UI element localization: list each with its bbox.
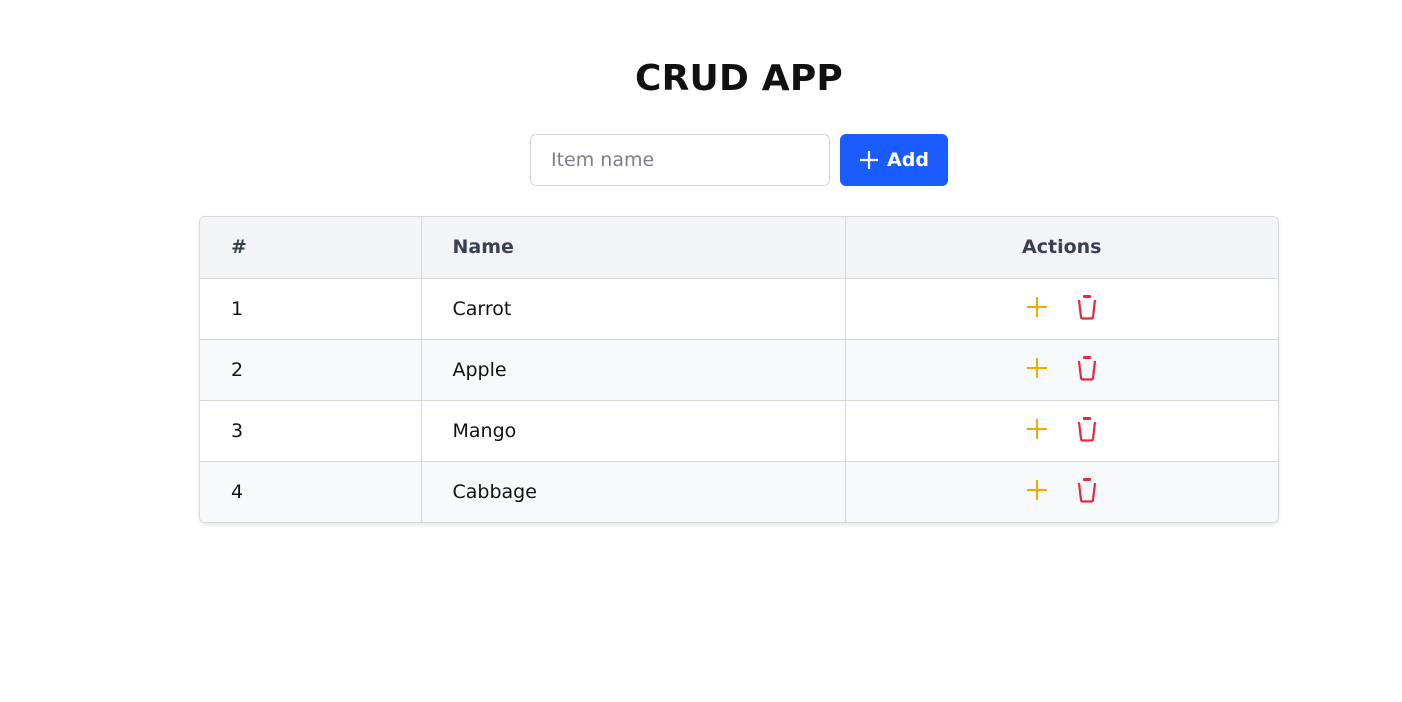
row-index: 3: [200, 400, 422, 462]
row-name: Cabbage: [421, 461, 846, 522]
row-actions: [844, 400, 1278, 462]
row-actions: [844, 461, 1278, 522]
row-index: 1: [200, 278, 422, 340]
edit-plus-icon[interactable]: [1026, 416, 1048, 442]
row-name: Mango: [421, 400, 846, 462]
row-index: 2: [200, 339, 422, 401]
column-header-actions: Actions: [845, 217, 1278, 279]
delete-trash-icon[interactable]: [1076, 355, 1098, 381]
delete-trash-icon[interactable]: [1076, 416, 1098, 442]
page-title: CRUD APP: [634, 58, 844, 99]
edit-plus-icon[interactable]: [1026, 294, 1048, 320]
row-index: 4: [200, 461, 422, 522]
table-row: 3 Mango: [200, 400, 1278, 462]
add-button-label: Add: [887, 149, 929, 171]
row-actions: [844, 339, 1278, 401]
edit-plus-icon[interactable]: [1026, 477, 1048, 503]
item-name-input[interactable]: [530, 134, 830, 186]
table-row: 4 Cabbage: [200, 461, 1278, 522]
column-header-index: #: [200, 217, 422, 279]
delete-trash-icon[interactable]: [1076, 477, 1098, 503]
add-button[interactable]: Add: [840, 134, 948, 186]
delete-trash-icon[interactable]: [1076, 294, 1098, 320]
table-row: 2 Apple: [200, 339, 1278, 401]
table-header-row: # Name Actions: [200, 217, 1278, 279]
plus-icon: [859, 150, 879, 170]
row-actions: [844, 278, 1278, 340]
items-table: # Name Actions 1 Carrot 2 Apple 3 Mango …: [199, 216, 1279, 523]
row-name: Carrot: [421, 278, 846, 340]
column-header-name: Name: [421, 217, 846, 279]
table-row: 1 Carrot: [200, 278, 1278, 340]
row-name: Apple: [421, 339, 846, 401]
add-item-form: Add: [530, 134, 948, 186]
edit-plus-icon[interactable]: [1026, 355, 1048, 381]
